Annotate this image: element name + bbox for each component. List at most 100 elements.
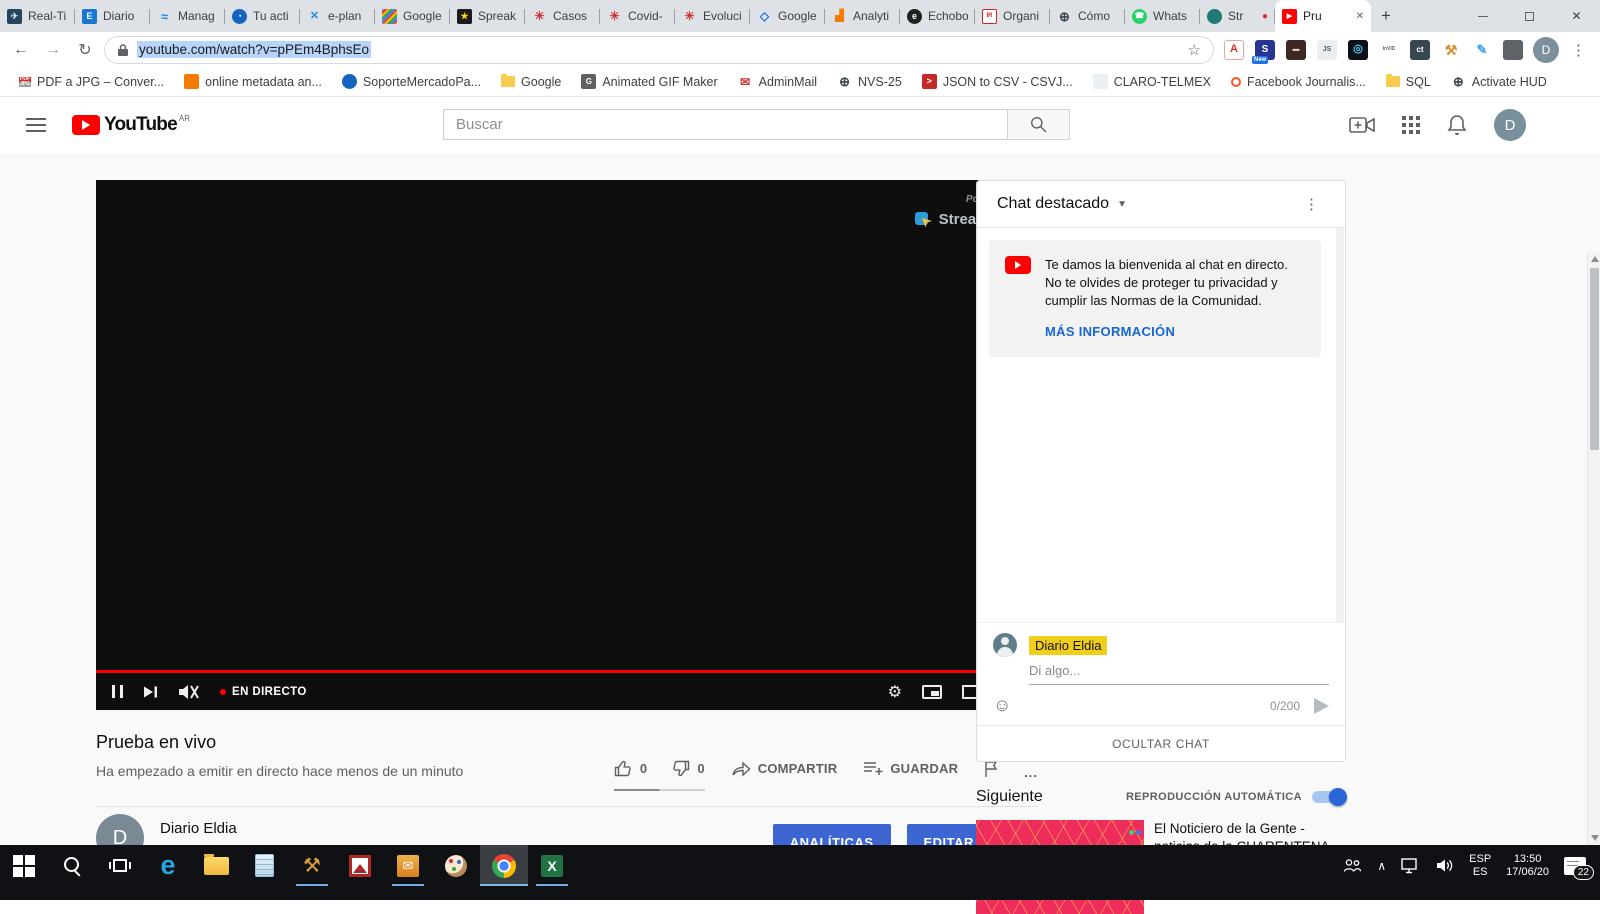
- like-button[interactable]: 0: [614, 756, 647, 780]
- minimize-button[interactable]: [1459, 0, 1506, 32]
- volume-muted-icon[interactable]: [178, 684, 200, 700]
- puzzle-extensions-icon[interactable]: [1503, 40, 1523, 60]
- browser-tab[interactable]: ≈Manag: [150, 0, 225, 32]
- scrollbar-thumb[interactable]: [1590, 268, 1599, 450]
- emoji-icon[interactable]: ☺: [993, 695, 1011, 716]
- next-icon[interactable]: [143, 685, 158, 699]
- browser-tab[interactable]: ✕e-plan: [300, 0, 375, 32]
- bookmark-item[interactable]: ⊕NVS-25: [828, 71, 911, 93]
- browser-tab[interactable]: ☀Casos: [525, 0, 600, 32]
- bookmark-star-icon[interactable]: ☆: [1188, 41, 1201, 59]
- search-input[interactable]: [443, 109, 1007, 140]
- clock[interactable]: 13:50 17/06/20: [1506, 853, 1549, 879]
- create-video-icon[interactable]: [1349, 116, 1375, 134]
- edge-icon[interactable]: [144, 845, 192, 886]
- browser-tab[interactable]: ◇Google: [750, 0, 825, 32]
- ct-extension-icon[interactable]: ct: [1410, 40, 1430, 60]
- language-indicator[interactable]: ESP ES: [1469, 853, 1491, 879]
- browser-tab[interactable]: ✈Real-Ti: [0, 0, 75, 32]
- browser-menu-icon[interactable]: [1565, 41, 1592, 59]
- bookmark-item[interactable]: Google: [492, 71, 570, 93]
- notepad-icon[interactable]: [240, 845, 288, 886]
- volume-icon[interactable]: [1436, 858, 1454, 873]
- youtube-logo[interactable]: YouTube AR: [72, 114, 190, 136]
- people-icon[interactable]: [1343, 858, 1362, 873]
- task-view-icon[interactable]: [96, 845, 144, 886]
- chrome-icon[interactable]: [480, 845, 528, 886]
- file-explorer-icon[interactable]: [192, 845, 240, 886]
- apps-grid-icon[interactable]: [1402, 116, 1420, 134]
- more-actions-icon[interactable]: ...: [1024, 760, 1038, 784]
- incognito-spy-extension-icon[interactable]: ▬: [1286, 40, 1306, 60]
- save-button[interactable]: GUARDAR: [863, 756, 958, 780]
- new-tab-button[interactable]: +: [1371, 2, 1401, 30]
- browser-tab[interactable]: Google: [375, 0, 450, 32]
- page-scrollbar[interactable]: [1587, 252, 1600, 845]
- bookmark-item[interactable]: CLARO-TELMEX: [1084, 71, 1220, 93]
- bookmark-item[interactable]: SQL: [1377, 71, 1440, 93]
- acrobat-extension-icon[interactable]: A: [1224, 40, 1244, 60]
- address-bar[interactable]: youtube.com/watch?v=pPEm4BphsEo ☆: [104, 36, 1214, 64]
- send-icon[interactable]: [1314, 698, 1329, 714]
- bookmark-item[interactable]: SoporteMercadoPa...: [333, 71, 490, 93]
- browser-tab[interactable]: EDiario: [75, 0, 150, 32]
- pause-icon[interactable]: [112, 685, 123, 698]
- invid-extension-icon[interactable]: InVID: [1379, 40, 1399, 60]
- chat-message-input[interactable]: [1029, 661, 1329, 685]
- hamburger-menu-icon[interactable]: [26, 118, 46, 132]
- browser-tab[interactable]: ☀Evoluci: [675, 0, 750, 32]
- browser-tab[interactable]: ★Spreak: [450, 0, 525, 32]
- browser-tab[interactable]: ▶Pru✕: [1275, 0, 1371, 32]
- url-text[interactable]: youtube.com/watch?v=pPEm4BphsEo: [137, 41, 371, 58]
- action-center-icon[interactable]: 22: [1564, 857, 1586, 875]
- photo-app-icon[interactable]: [336, 845, 384, 886]
- bookmark-item[interactable]: GAnimated GIF Maker: [572, 71, 726, 93]
- browser-tab[interactable]: ◔Tu acti: [225, 0, 300, 32]
- bookmark-item[interactable]: ⊕Activate HUD: [1442, 71, 1556, 93]
- scroll-up-icon[interactable]: [1591, 256, 1599, 262]
- video-player[interactable]: Powered by StreamYard EN DIRECTO ⚙: [96, 180, 1038, 710]
- excel-icon[interactable]: [528, 845, 576, 886]
- settings-gear-icon[interactable]: ⚙: [888, 682, 902, 702]
- search-button[interactable]: [1007, 109, 1070, 140]
- browser-tab[interactable]: ☀Covid-: [600, 0, 675, 32]
- close-window-button[interactable]: ✕: [1553, 0, 1600, 32]
- outlook-icon[interactable]: [384, 845, 432, 886]
- forward-icon[interactable]: →: [40, 41, 66, 59]
- browser-tab[interactable]: IROrgani: [975, 0, 1050, 32]
- crosshair-extension-icon[interactable]: ◎: [1348, 40, 1368, 60]
- chat-title[interactable]: Chat destacado: [997, 195, 1109, 213]
- notifications-bell-icon[interactable]: [1447, 114, 1467, 136]
- js-toggle-extension-icon[interactable]: JS: [1317, 40, 1337, 60]
- taskbar-search-icon[interactable]: [48, 845, 96, 886]
- browser-tab[interactable]: ▟Analyti: [825, 0, 900, 32]
- more-info-link[interactable]: MÁS INFORMACIÓN: [1045, 324, 1175, 339]
- browser-tab[interactable]: ⊕Cómo: [1050, 0, 1125, 32]
- bookmark-item[interactable]: >JSON to CSV - CSVJ...: [913, 71, 1082, 93]
- tab-close-icon[interactable]: ✕: [1356, 11, 1364, 22]
- tools-app-icon[interactable]: [288, 845, 336, 886]
- back-icon[interactable]: ←: [8, 41, 34, 59]
- share-button[interactable]: COMPARTIR: [731, 756, 838, 780]
- bookmark-item[interactable]: PDFJPGPDF a JPG – Conver...: [10, 71, 173, 93]
- bookmark-item[interactable]: Facebook Journalis...: [1222, 71, 1375, 93]
- browser-tab[interactable]: eEchobo: [900, 0, 975, 32]
- maximize-button[interactable]: [1506, 0, 1553, 32]
- hammer-tool-extension-icon[interactable]: ⚒: [1441, 40, 1461, 60]
- browser-profile-avatar[interactable]: D: [1533, 37, 1559, 63]
- scroll-down-icon[interactable]: [1591, 835, 1599, 841]
- account-avatar[interactable]: D: [1494, 109, 1526, 141]
- bookmark-item[interactable]: ✉AdminMail: [729, 71, 826, 93]
- hide-chat-button[interactable]: OCULTAR CHAT: [977, 725, 1345, 761]
- chevron-down-icon[interactable]: ▼: [1117, 199, 1127, 210]
- chat-menu-icon[interactable]: [1298, 195, 1325, 213]
- network-icon[interactable]: [1401, 858, 1421, 874]
- tray-expand-icon[interactable]: ∧: [1377, 859, 1386, 873]
- browser-tab[interactable]: ☎Whats: [1125, 0, 1200, 32]
- dislike-button[interactable]: 0: [671, 756, 704, 780]
- new-s-extension-icon[interactable]: SNew: [1255, 40, 1275, 60]
- browser-tab[interactable]: Str●: [1200, 0, 1275, 32]
- bookmark-item[interactable]: online metadata an...: [175, 71, 331, 93]
- miniplayer-icon[interactable]: [922, 685, 942, 699]
- feather-extension-icon[interactable]: ✎: [1472, 40, 1492, 60]
